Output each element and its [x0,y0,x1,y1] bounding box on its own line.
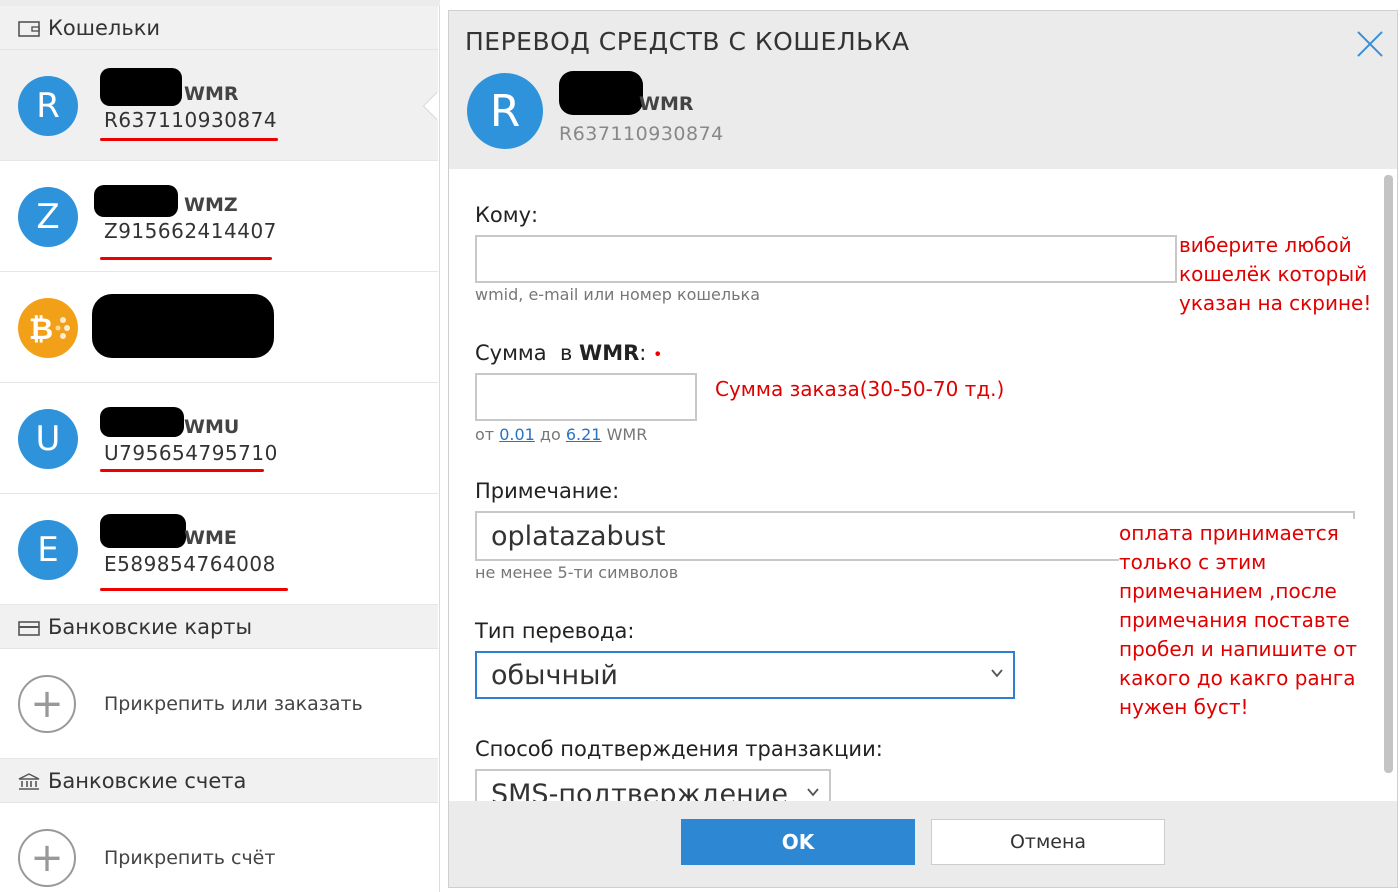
annotation-line: нужен буст! [1119,695,1249,719]
wallet-number: R637110930874 [104,108,278,132]
amount-hint-from: от [475,425,500,444]
attach-account-label: Прикрепить счёт [104,847,276,869]
wallets-section-header: Кошельки [0,6,438,50]
redacted-name [100,407,184,437]
wallet-number: Z915662414407 [104,219,277,243]
amount-max-link[interactable]: 6.21 [566,425,602,444]
dialog-body: Кому: wmid, e-mail или номер кошелька ви… [449,169,1397,801]
annotation-line: кошелёк который [1179,262,1368,286]
confirm-method-value: SMS-подтверждение [491,778,788,802]
annotation-amount-hint: Сумма заказа(30-50-70 тд.) [715,377,1005,401]
dialog-header: ПЕРЕВОД СРЕДСТВ С КОШЕЛЬКА R WMR R637110… [449,11,1397,169]
popover-pointer [424,92,438,120]
redacted-name [92,294,274,358]
transfer-type-select[interactable]: обычный [475,651,1015,699]
dialog-title: ПЕРЕВОД СРЕДСТВ С КОШЕЛЬКА [465,27,910,56]
attach-account-row[interactable]: + Прикрепить счёт [0,803,438,892]
amount-label-suffix: : [639,341,647,365]
to-label: Кому: [475,203,539,227]
annotation-line: примечания поставте [1119,608,1350,632]
annotation-line: примечанием ,после [1119,579,1337,603]
annotation-line: пробел и напишите от [1119,637,1358,661]
wallet-type: WMZ [184,194,238,216]
amount-hint: от 0.01 до 6.21 WMR [475,425,647,444]
wallet-number: E589854764008 [104,552,276,576]
scrollbar[interactable] [1384,175,1393,773]
amount-hint-currency: WMR [601,425,648,444]
dialog-footer: OK Отмена [449,801,1397,887]
recipient-input[interactable] [475,235,1177,283]
dialog-wallet-type: WMR [639,93,694,115]
amount-label-prefix: Сумма в [475,341,580,365]
annotation-line: указан на скрине! [1179,291,1372,315]
amount-currency: WMR [579,341,640,365]
wallet-row-wmu[interactable]: U WMU U795654795710 [0,383,438,494]
note-hint: не менее 5-ти символов [475,563,679,582]
accounts-section-title: Банковские счета [48,768,247,793]
wallet-avatar: U [18,409,78,469]
annotation-note-hint: оплата принимается только с этим примеча… [1119,519,1358,722]
annotation-wallet-hint: виберите любой кошелёк который указан на… [1179,231,1371,318]
amount-label: Сумма в WMR: • [475,341,662,365]
required-mark: • [653,344,663,364]
wallet-row-wmr[interactable]: R WMR R637110930874 [0,50,438,161]
redacted-name [100,514,186,548]
amount-input[interactable] [475,373,697,421]
redacted-name [559,71,643,115]
red-underline-annotation [100,257,272,260]
confirm-method-label: Способ подтверждения транзакции: [475,737,883,761]
chevron-down-icon [991,669,1003,678]
annotation-line: оплата принимается [1119,521,1339,545]
add-icon: + [18,829,76,887]
cards-section-title: Банковские карты [48,614,253,639]
wallets-section-title: Кошельки [48,15,161,40]
red-underline-annotation [100,588,288,591]
wallet-type: WMR [184,83,239,105]
cards-section-header: Банковские карты [0,605,438,649]
red-underline-annotation [100,469,264,472]
chevron-down-icon [807,788,819,797]
redacted-name [100,68,182,106]
amount-hint-to: до [534,425,566,444]
annotation-line: виберите любой [1179,233,1352,257]
cancel-button[interactable]: Отмена [931,819,1165,865]
annotation-line: какого до какго ранга [1119,666,1356,690]
redacted-name [94,185,178,217]
wallet-row-wme[interactable]: E WME E589854764008 [0,494,438,605]
bank-icon [18,772,40,790]
add-icon: + [18,675,76,733]
bitcoin-icon: ₿ [18,298,78,358]
close-icon[interactable] [1353,27,1387,61]
dialog-wallet-number: R637110930874 [559,123,724,145]
dialog-wallet-avatar: R [467,73,543,149]
attach-card-label: Прикрепить или заказать [104,693,363,715]
accounts-section-header: Банковские счета [0,759,438,803]
amount-min-link[interactable]: 0.01 [499,425,535,444]
wallet-icon [18,19,40,37]
ok-button[interactable]: OK [681,819,915,865]
svg-text:₿: ₿ [29,312,53,347]
wallet-type: WMU [184,416,240,438]
card-icon [18,618,40,636]
wallets-panel: Кошельки R WMR R637110930874 Z WMZ Z9156… [0,0,440,892]
wallet-row-bitcoin[interactable]: ₿ [0,272,438,383]
recipient-hint: wmid, e-mail или номер кошелька [475,285,761,304]
wallet-row-wmz[interactable]: Z WMZ Z915662414407 [0,161,438,272]
transfer-type-value: обычный [491,659,618,691]
red-underline-annotation [100,138,278,141]
note-label: Примечание: [475,479,620,503]
wallet-avatar: Z [18,187,78,247]
wallet-type: WME [184,527,237,549]
annotation-line: только с этим [1119,550,1267,574]
popover-notch [664,0,688,10]
wallet-avatar: R [18,76,78,136]
transfer-type-label: Тип перевода: [475,619,635,643]
attach-card-row[interactable]: + Прикрепить или заказать [0,649,438,759]
wallet-number: U795654795710 [104,441,278,465]
transfer-dialog: ПЕРЕВОД СРЕДСТВ С КОШЕЛЬКА R WMR R637110… [448,10,1398,888]
confirm-method-select[interactable]: SMS-подтверждение [475,769,831,801]
wallet-avatar: E [18,520,78,580]
